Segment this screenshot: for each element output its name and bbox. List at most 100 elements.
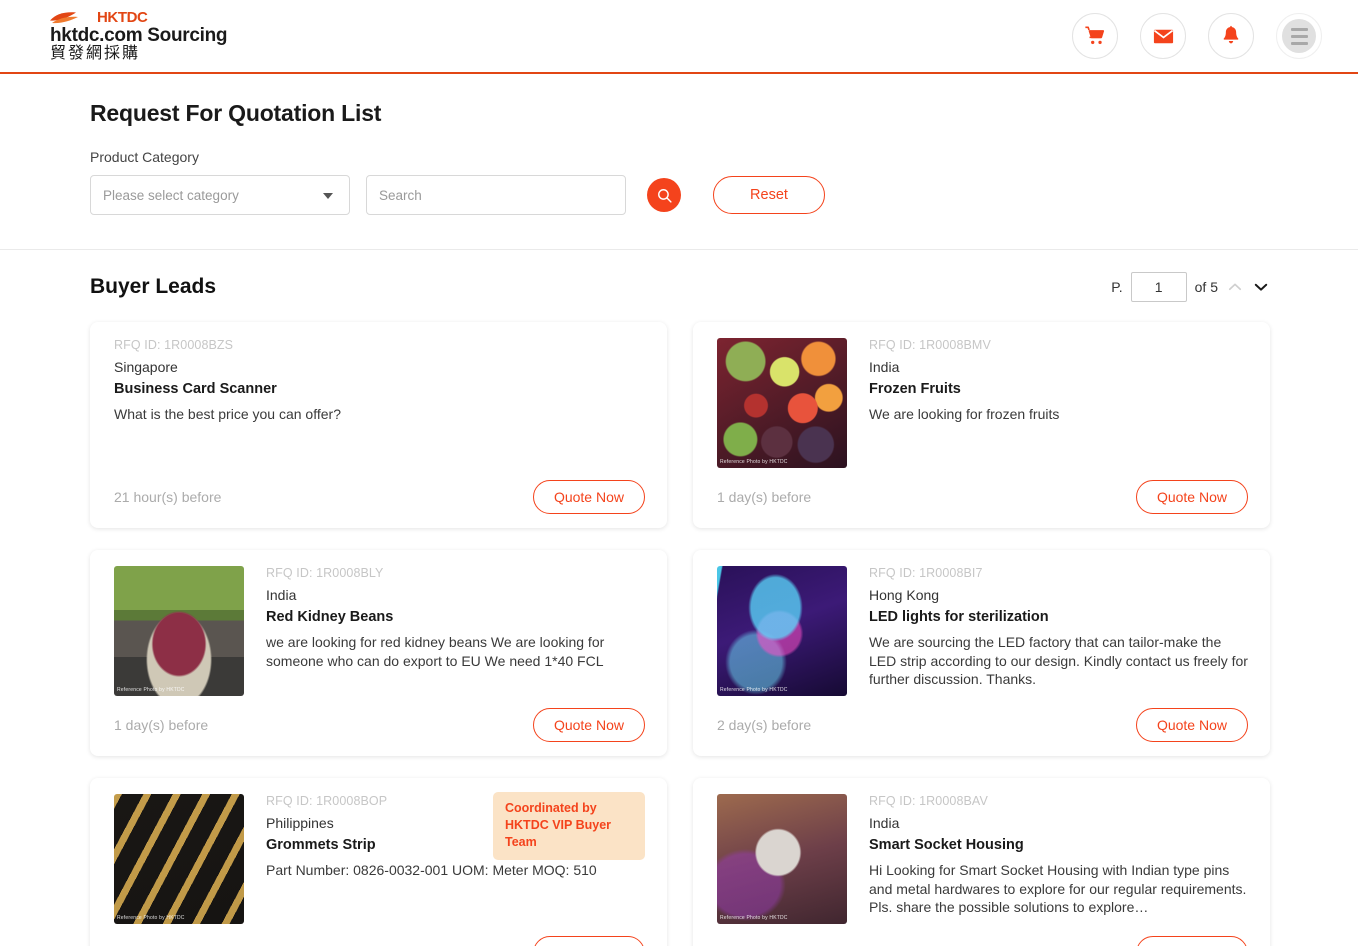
hktdc-wordmark: HKTDC [97, 8, 148, 26]
lead-card-body: Reference Photo by HKTDC Coordinated by H… [114, 792, 645, 924]
photo-watermark: Reference Photo by HKTDC [720, 915, 788, 921]
lead-title: Frozen Fruits [869, 381, 961, 397]
search-button[interactable] [647, 178, 681, 212]
photo-watermark: Reference Photo by HKTDC [117, 687, 185, 693]
lead-card-info: RFQ ID: 1R0008BAV India Smart Socket Housi… [869, 794, 1248, 924]
lead-card-footer: 1 day(s) before Quote Now [717, 480, 1248, 514]
lead-card-footer: 2 day(s) beforeQuote Now [717, 708, 1248, 742]
lead-card[interactable]: Reference Photo by HKTDC RFQ ID: 1R0008BA… [693, 778, 1270, 946]
lead-card-footer: 21 hour(s) before Quote Now [114, 480, 645, 514]
site-header: HKTDC hktdc.com Sourcing 貿發網採購 [0, 0, 1358, 74]
notifications-button[interactable] [1208, 13, 1254, 59]
lead-timestamp: 1 day(s) before [114, 717, 209, 733]
search-input[interactable] [366, 175, 626, 215]
quote-now-button[interactable]: Quote Now [1135, 708, 1248, 742]
buyer-country: Singapore [114, 359, 178, 375]
lead-card-footer: 2 day(s) beforeQuote Now [717, 936, 1248, 946]
lead-card[interactable]: Reference Photo by HKTDC RFQ ID: 1R0008BL… [90, 550, 667, 756]
buyer-leads-section: Buyer Leads P. of 5 RFQ ID: 1R0008BZS Sin… [0, 250, 1358, 946]
brand-logo[interactable]: HKTDC hktdc.com Sourcing 貿發網採購 [50, 8, 228, 62]
menu-button[interactable] [1276, 13, 1322, 59]
search-panel: Request For Quotation List Product Categ… [0, 74, 1358, 250]
quote-now-button[interactable]: Quote Now [532, 936, 645, 946]
pagination-total: of 5 [1194, 279, 1218, 295]
buyer-country: India [869, 359, 900, 375]
lead-thumbnail: Reference Photo by HKTDC [114, 566, 244, 696]
buyer-country: Hong Kong [869, 587, 940, 603]
quote-now-button[interactable]: Quote Now [1135, 480, 1248, 514]
lead-card-info: RFQ ID: 1R0008BMV India Frozen Fruits We ar… [869, 338, 1248, 468]
lead-card-footer: 2 day(s) beforeQuote Now [114, 936, 645, 946]
lead-card-body: Reference Photo by HKTDC RFQ ID: 1R0008BM… [717, 338, 1248, 468]
photo-watermark: Reference Photo by HKTDC [117, 915, 185, 921]
buyer-country: India [266, 587, 297, 603]
photo-watermark: Reference Photo by HKTDC [720, 459, 788, 465]
hamburger-line [1290, 41, 1308, 45]
lead-title: LED lights for sterilization [869, 609, 1049, 625]
buyer-leads-header: Buyer Leads P. of 5 [90, 272, 1270, 302]
lead-thumbnail: Reference Photo by HKTDC [717, 566, 847, 696]
cart-button[interactable] [1072, 13, 1118, 59]
cart-icon [1085, 26, 1105, 45]
hktdc-logo-row: HKTDC [50, 8, 227, 26]
bell-icon [1223, 25, 1239, 44]
page-title: Request For Quotation List [90, 100, 382, 126]
category-select[interactable]: Please select category [90, 175, 350, 215]
lead-description: We are looking for frozen fruits [869, 406, 1060, 422]
lead-title: Business Card Scanner [114, 381, 277, 397]
messages-button[interactable] [1140, 13, 1186, 59]
lead-title: Smart Socket Housing [869, 837, 1024, 853]
lead-card[interactable]: Reference Photo by HKTDC Coordinated by H… [90, 778, 667, 946]
brand-title: hktdc.com Sourcing [50, 24, 228, 46]
lead-card-info: RFQ ID: 1R0008BZS Singapore Business Card … [114, 338, 645, 468]
lead-card[interactable]: Reference Photo by HKTDC RFQ ID: 1R0008BI… [693, 550, 1270, 756]
lead-thumbnail: Reference Photo by HKTDC [114, 794, 244, 924]
lead-description: We are sourcing the LED factory that can… [869, 634, 1248, 688]
lead-timestamp: 21 hour(s) before [114, 489, 222, 505]
brand-subtitle: 貿發網採購 [50, 44, 141, 62]
hamburger-icon [1282, 19, 1316, 53]
chevron-up-icon[interactable] [1226, 278, 1244, 296]
filter-row: Please select category Reset [90, 175, 1308, 215]
lead-card-body: Reference Photo by HKTDC RFQ ID: 1R0008BL… [114, 566, 645, 696]
chevron-down-icon[interactable] [1252, 278, 1270, 296]
photo-watermark: Reference Photo by HKTDC [720, 687, 788, 693]
quote-now-button[interactable]: Quote Now [1135, 936, 1248, 946]
lead-description: Hi Looking for Smart Socket Housing with… [869, 862, 1247, 916]
lead-card-footer: 1 day(s) before Quote Now [114, 708, 645, 742]
buyer-leads-grid: RFQ ID: 1R0008BZS Singapore Business Card … [90, 322, 1270, 946]
lead-card[interactable]: RFQ ID: 1R0008BZS Singapore Business Card … [90, 322, 667, 528]
buyer-leads-title: Buyer Leads [90, 275, 217, 298]
page-number-input[interactable] [1130, 272, 1187, 302]
lead-card-info: Coordinated by HKTDC VIP Buyer Team RFQ I… [266, 792, 645, 924]
lead-card-body: Reference Photo by HKTDC RFQ ID: 1R0008BA… [717, 794, 1248, 924]
quote-now-button[interactable]: Quote Now [532, 708, 645, 742]
category-select-value: Please select category [103, 187, 239, 203]
lead-description: Part Number: 0826-0032-001 UOM: Meter MO… [266, 862, 597, 878]
rfq-id: RFQ ID: 1R0008BLY [266, 566, 384, 580]
vip-buyer-badge: Coordinated by HKTDC VIP Buyer Team [493, 792, 645, 860]
lead-card-info: RFQ ID: 1R0008BLY India Red Kidney Beans we… [266, 566, 645, 696]
lead-card-body: Reference Photo by HKTDC RFQ ID: 1R0008BI… [717, 566, 1248, 696]
chevron-down-icon [323, 193, 333, 199]
hamburger-line [1290, 27, 1308, 31]
lead-description: we are looking for red kidney beans We a… [266, 634, 605, 669]
reset-button[interactable]: Reset [713, 176, 825, 214]
lead-card-body: RFQ ID: 1R0008BZS Singapore Business Card … [114, 338, 645, 468]
lead-card-info: RFQ ID: 1R0008BI7 Hong Kong LED lights for… [869, 566, 1248, 696]
lead-description: What is the best price you can offer? [114, 406, 341, 422]
pagination: P. of 5 [1111, 272, 1270, 302]
rfq-id: RFQ ID: 1R0008BMV [869, 338, 991, 352]
mail-icon [1153, 29, 1173, 43]
lead-card[interactable]: Reference Photo by HKTDC RFQ ID: 1R0008BM… [693, 322, 1270, 528]
quote-now-button[interactable]: Quote Now [532, 480, 645, 514]
search-icon [657, 188, 672, 203]
lead-title: Red Kidney Beans [266, 609, 394, 625]
product-category-label: Product Category [90, 149, 199, 165]
rfq-id: RFQ ID: 1R0008BAV [869, 794, 988, 808]
rfq-id: RFQ ID: 1R0008BZS [114, 338, 234, 352]
hktdc-swoosh-icon [50, 11, 78, 23]
rfq-id: RFQ ID: 1R0008BI7 [869, 566, 983, 580]
pagination-prefix: P. [1111, 279, 1123, 295]
lead-thumbnail: Reference Photo by HKTDC [717, 794, 847, 924]
